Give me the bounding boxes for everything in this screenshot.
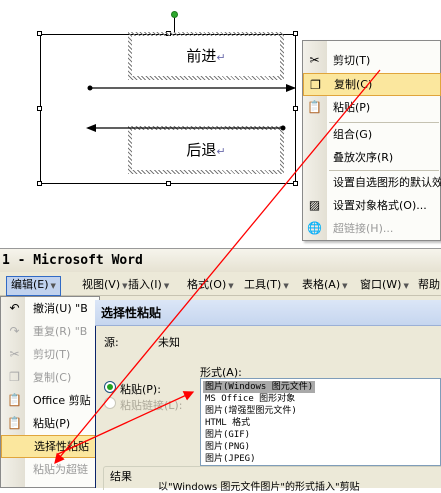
dropdown-arrow-icon: ▼ xyxy=(50,282,56,290)
edit-undo[interactable]: ↶ 撤消(U) "B xyxy=(1,297,101,320)
as-option[interactable]: 图片(JPEG) xyxy=(203,453,258,465)
paste-icon: 📋 xyxy=(7,416,22,430)
dropdown-arrow-icon: ▼ xyxy=(403,282,409,290)
forward-arrow-head xyxy=(286,84,296,92)
paste-radio[interactable] xyxy=(104,381,116,393)
as-option[interactable]: MS Office 图形对象 xyxy=(203,393,297,405)
edit-paste[interactable]: 📋 粘贴(P) xyxy=(1,412,101,435)
menu-item-label: 复制(C) xyxy=(33,371,72,384)
menu-insert[interactable]: 插入(I) ▼ xyxy=(124,276,173,294)
result-text: 以"Windows 图元文件图片"的形式插入"剪贴 xyxy=(158,482,360,493)
menu-window[interactable]: 窗口(W) ▼ xyxy=(356,276,413,294)
paste-link-radio[interactable] xyxy=(104,397,116,409)
dropdown-arrow-icon: ▼ xyxy=(163,282,170,290)
edit-office-clipboard[interactable]: 📋 Office 剪贴 xyxy=(1,389,101,412)
context-menu-cut[interactable]: ✂ 剪切(T) xyxy=(303,49,441,72)
as-option[interactable]: 图片(Windows 图元文件) xyxy=(203,381,316,393)
edit-redo[interactable]: ↷ 重复(R) "B xyxy=(1,320,101,343)
hyperlink-icon: 🌐 xyxy=(307,221,322,235)
edit-copy[interactable]: ❐ 复制(C) xyxy=(1,366,101,389)
menu-item-label: 剪切(T) xyxy=(333,54,371,67)
menu-item-label: 叠放次序(R) xyxy=(333,151,394,164)
context-menu-set-default[interactable]: 设置自选图形的默认效果 xyxy=(303,171,441,194)
as-option[interactable]: 图片(增强型图元文件) xyxy=(203,405,299,417)
undo-icon: ↶ xyxy=(9,301,20,315)
menu-item-label: 重复(R) "B xyxy=(33,325,88,338)
menu-bar: 编辑(E) ▼ 视图(V) ▼ 插入(I) ▼ 格式(O) ▼ 工具(T) ▼ 表格(A)… xyxy=(0,274,441,296)
back-arrow-head xyxy=(86,124,96,132)
dropdown-arrow-icon: ▼ xyxy=(283,282,289,290)
dropdown-arrow-icon: ▼ xyxy=(342,282,348,290)
edit-menu: ↶ 撤消(U) "B ↷ 重复(R) "B ✂ 剪切(T) ❐ 复制(C) 📋 … xyxy=(0,296,101,488)
paste-icon: 📋 xyxy=(307,100,322,114)
menu-tools[interactable]: 工具(T) ▼ xyxy=(240,276,293,294)
dialog-title: 选择性粘贴 xyxy=(95,300,441,326)
menu-item-label: 设置自选图形的默认效果 xyxy=(333,176,441,189)
context-menu-paste[interactable]: 📋 粘贴(P) xyxy=(303,96,441,119)
clipboard-icon: 📋 xyxy=(7,393,22,407)
scissors-icon: ✂ xyxy=(309,53,320,67)
forward-arrow-tail xyxy=(87,85,93,91)
menu-format[interactable]: 格式(O) ▼ xyxy=(183,276,238,294)
redo-icon: ↷ xyxy=(9,324,20,338)
menu-item-label: 撤消(U) "B xyxy=(33,302,88,315)
menu-item-label: 设置对象格式(O)... xyxy=(333,199,427,212)
context-menu-group[interactable]: 组合(G) xyxy=(303,123,441,146)
menu-help[interactable]: 帮助 xyxy=(414,276,441,294)
menu-item-label: 粘贴为超链 xyxy=(33,463,88,476)
paste-link-radio-label[interactable]: 粘贴链接(L): xyxy=(120,397,182,413)
result-label: 结果 xyxy=(108,468,134,484)
paste-radio-label[interactable]: 粘贴(P): xyxy=(120,381,161,397)
window-title: 1 - Microsoft Word xyxy=(0,248,441,272)
edit-paste-special[interactable]: 选择性粘贴 xyxy=(1,435,101,458)
menu-edit[interactable]: 编辑(E) ▼ xyxy=(6,276,61,296)
as-option[interactable]: 图片(GIF) xyxy=(203,429,252,441)
scissors-icon: ✂ xyxy=(9,347,20,361)
menu-item-label: 剪切(T) xyxy=(33,348,71,361)
as-format-list[interactable]: 图片(Windows 图元文件) MS Office 图形对象 图片(增强型图元… xyxy=(200,378,441,466)
as-option[interactable]: HTML 格式 xyxy=(203,417,252,429)
menu-table[interactable]: 表格(A) ▼ xyxy=(298,276,352,294)
source-value: 未知 xyxy=(158,336,180,349)
source-label: 源: xyxy=(104,336,119,349)
menu-item-label: 复制(C) xyxy=(334,78,373,91)
edit-cut[interactable]: ✂ 剪切(T) xyxy=(1,343,101,366)
menu-item-label: Office 剪贴 xyxy=(33,394,91,407)
format-object-icon: ▨ xyxy=(308,198,321,212)
context-menu-hyperlink[interactable]: 🌐 超链接(H)... xyxy=(303,217,441,240)
back-arrow-tail xyxy=(280,125,286,131)
context-menu: ✂ 剪切(T) ❐ 复制(C) 📋 粘贴(P) 组合(G) 叠放次序(R) 设置… xyxy=(302,40,441,241)
menu-item-label: 超链接(H)... xyxy=(333,222,394,235)
edit-paste-as-hyperlink[interactable]: 粘贴为超链 xyxy=(1,458,101,481)
copy-icon: ❐ xyxy=(310,78,321,92)
copy-icon: ❐ xyxy=(9,370,20,384)
as-option[interactable]: 图片(PNG) xyxy=(203,441,252,453)
menu-item-label: 组合(G) xyxy=(333,128,373,141)
dropdown-arrow-icon: ▼ xyxy=(228,282,234,290)
menu-item-label: 粘贴(P) xyxy=(333,101,371,114)
context-menu-order[interactable]: 叠放次序(R) xyxy=(303,146,441,169)
context-menu-copy[interactable]: ❐ 复制(C) xyxy=(303,73,441,96)
context-menu-format-object[interactable]: ▨ 设置对象格式(O)... xyxy=(303,194,441,217)
menu-item-label: 粘贴(P) xyxy=(33,417,71,430)
menu-item-label: 选择性粘贴 xyxy=(34,440,89,453)
